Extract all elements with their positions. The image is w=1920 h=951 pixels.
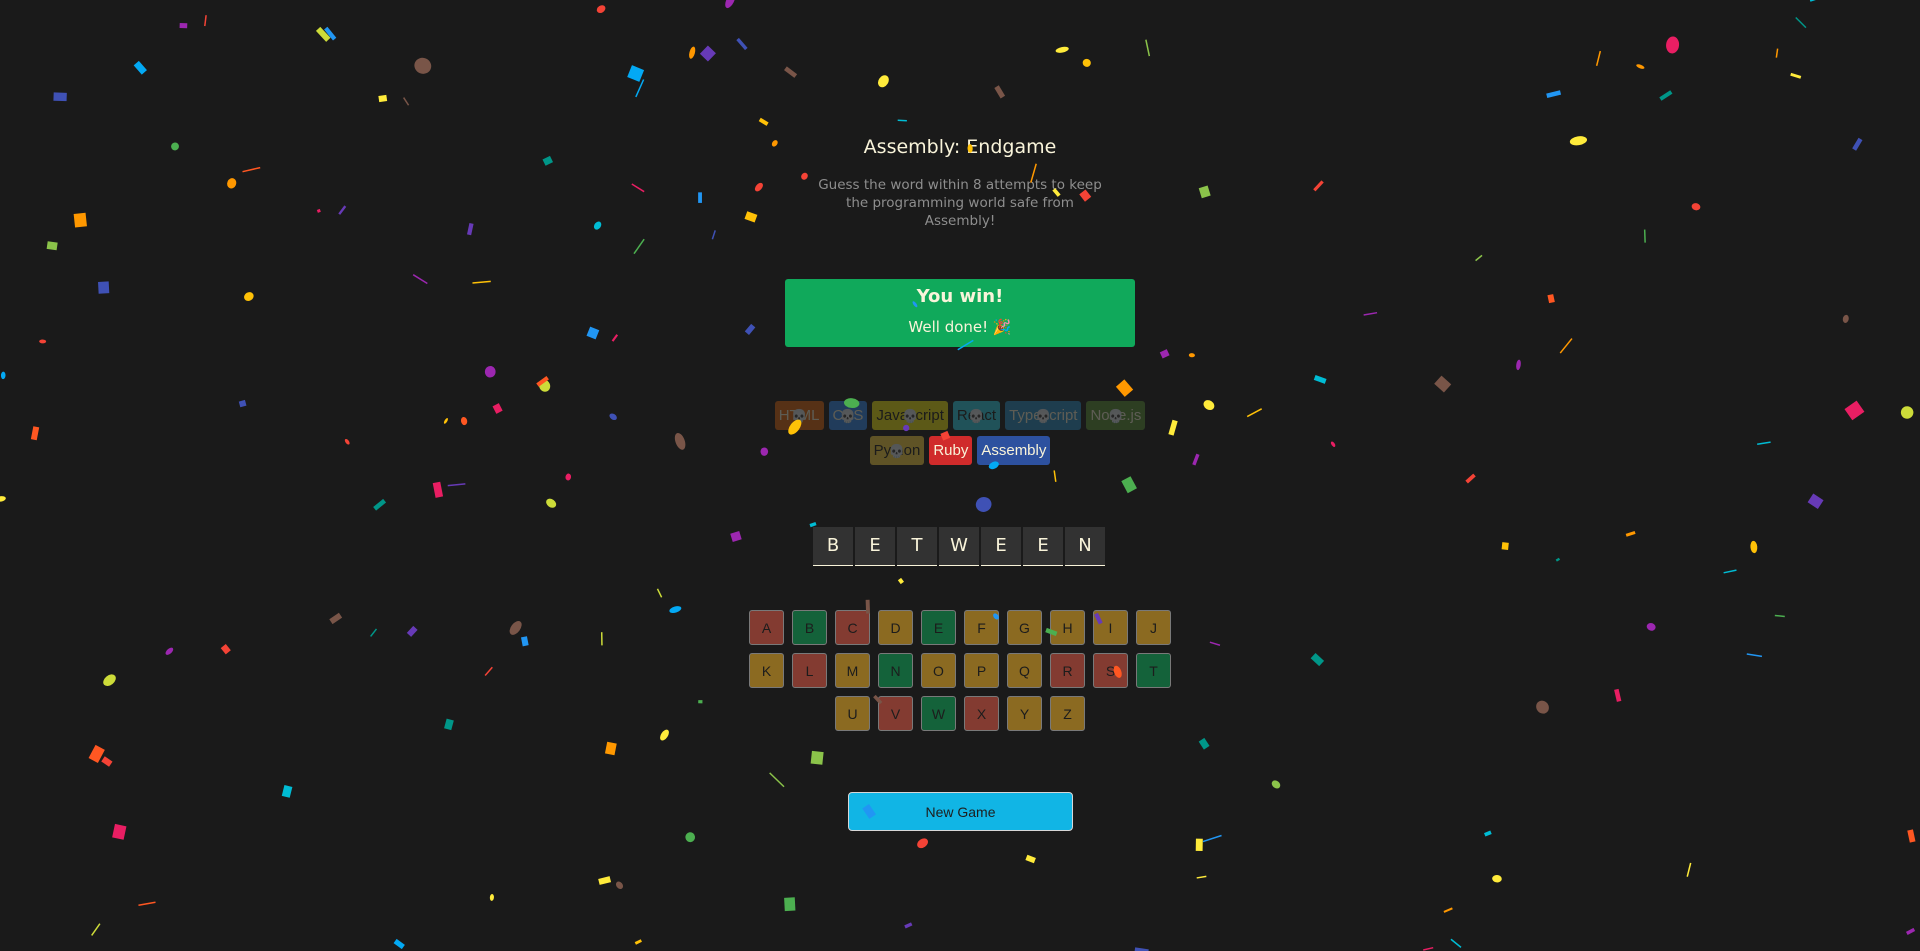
game-status-banner: You win! Well done! 🎉 — [785, 279, 1135, 347]
key-z[interactable]: Z — [1050, 696, 1085, 731]
key-s[interactable]: S — [1093, 653, 1128, 688]
language-chip: Node.js 💀 — [1086, 401, 1146, 430]
word-letter: E — [1023, 527, 1063, 566]
key-g[interactable]: G — [1007, 610, 1042, 645]
key-y[interactable]: Y — [1007, 696, 1042, 731]
language-chip: Assembly — [977, 436, 1051, 465]
skull-icon: 💀 — [791, 408, 808, 423]
key-o[interactable]: O — [921, 653, 956, 688]
language-chip: CSS 💀 — [828, 401, 868, 430]
key-e[interactable]: E — [921, 610, 956, 645]
page-title: Assembly: Endgame — [863, 136, 1057, 158]
language-chip: Typescript 💀 — [1005, 401, 1082, 430]
status-heading: You win! — [916, 286, 1004, 307]
key-j[interactable]: J — [1136, 610, 1171, 645]
key-k[interactable]: K — [749, 653, 784, 688]
skull-icon: 💀 — [968, 408, 985, 423]
key-c[interactable]: C — [835, 610, 870, 645]
skull-icon: 💀 — [1035, 408, 1052, 423]
key-i[interactable]: I — [1093, 610, 1128, 645]
key-h[interactable]: H — [1050, 610, 1085, 645]
skull-icon: 💀 — [1107, 408, 1124, 423]
key-u[interactable]: U — [835, 696, 870, 731]
game-page: Assembly: Endgame Guess the word within … — [0, 0, 1920, 951]
skull-icon: 💀 — [902, 408, 919, 423]
key-p[interactable]: P — [964, 653, 999, 688]
language-chips: HTML 💀 CSS 💀 Javascript 💀 React 💀 Typescript 💀 Nod… — [770, 401, 1150, 465]
skull-icon: 💀 — [888, 443, 906, 458]
language-chip: React 💀 — [952, 401, 1001, 430]
language-chip-label: Ruby — [933, 442, 969, 459]
word-letter: N — [1065, 527, 1105, 566]
skull-icon: 💀 — [839, 408, 857, 423]
key-t[interactable]: T — [1136, 653, 1171, 688]
language-chip-label: Assembly — [981, 442, 1047, 459]
keyboard: ABCDEFGHIJ KLMNOPQRST UVWXYZ — [747, 610, 1173, 731]
key-d[interactable]: D — [878, 610, 913, 645]
language-chip: Javascript 💀 — [872, 401, 948, 430]
key-n[interactable]: N — [878, 653, 913, 688]
word-letter: T — [897, 527, 937, 566]
word-letter: W — [939, 527, 979, 566]
language-chip: Python 💀 — [869, 436, 925, 465]
word-letter: B — [813, 527, 853, 566]
key-w[interactable]: W — [921, 696, 956, 731]
key-q[interactable]: Q — [1007, 653, 1042, 688]
key-x[interactable]: X — [964, 696, 999, 731]
status-message: Well done! 🎉 — [908, 318, 1012, 336]
key-b[interactable]: B — [792, 610, 827, 645]
word-letter: E — [981, 527, 1021, 566]
page-subtitle: Guess the word within 8 attempts to keep… — [818, 177, 1102, 229]
word-letter: E — [855, 527, 895, 566]
word-display: BETWEEN — [813, 527, 1105, 566]
key-a[interactable]: A — [749, 610, 784, 645]
key-m[interactable]: M — [835, 653, 870, 688]
key-f[interactable]: F — [964, 610, 999, 645]
key-v[interactable]: V — [878, 696, 913, 731]
key-r[interactable]: R — [1050, 653, 1085, 688]
key-l[interactable]: L — [792, 653, 827, 688]
language-chip: HTML 💀 — [774, 401, 824, 430]
new-game-button[interactable]: New Game — [848, 792, 1073, 831]
language-chip: Ruby — [929, 436, 973, 465]
